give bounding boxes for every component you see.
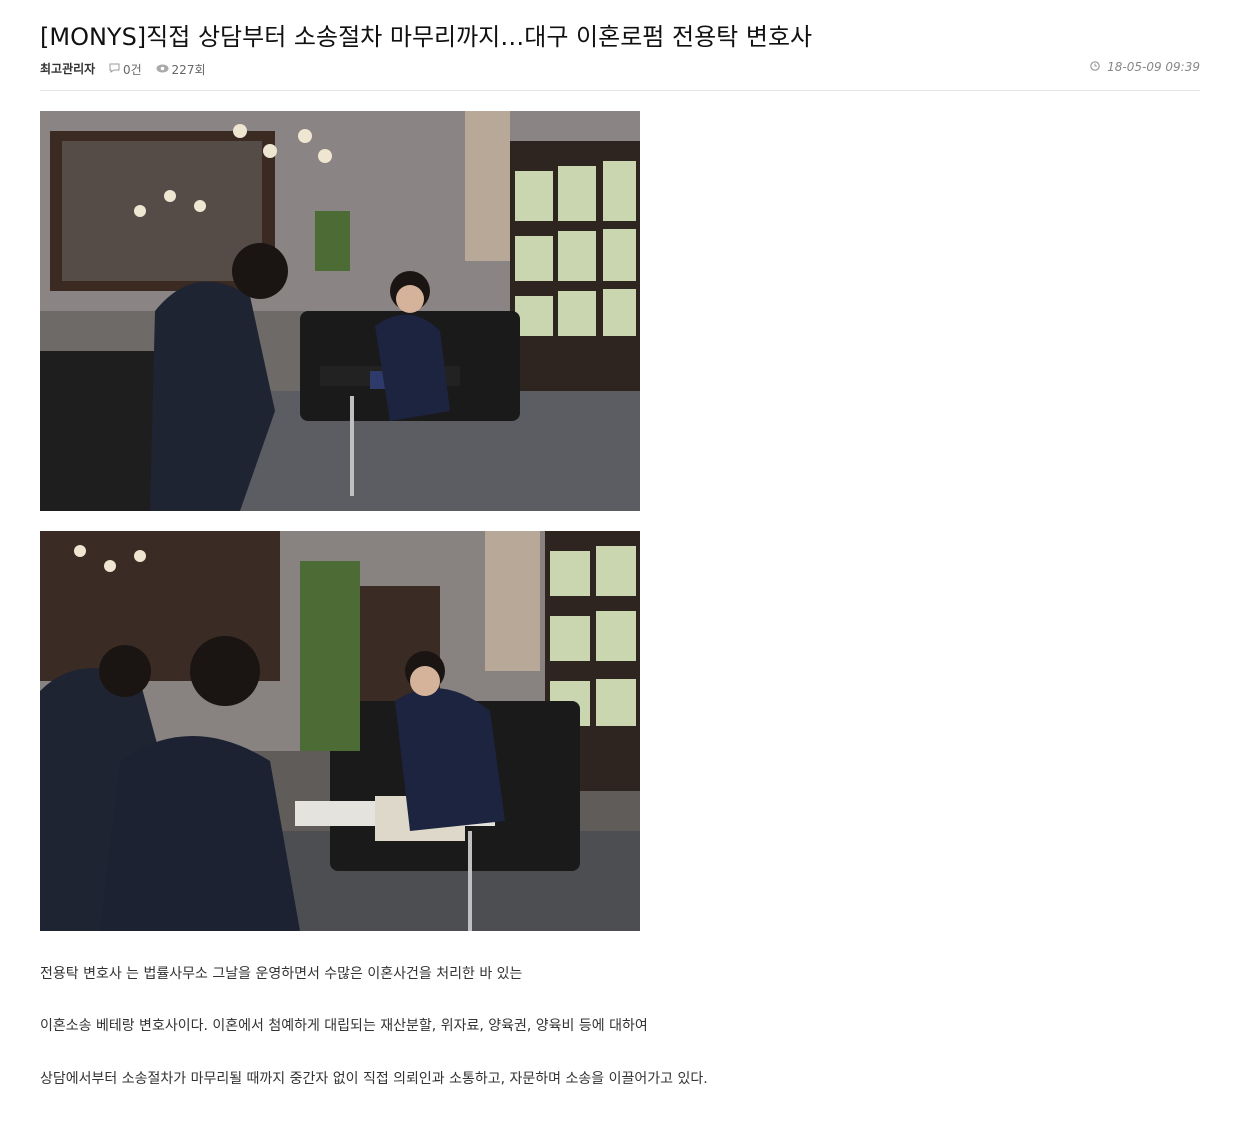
divider [40, 90, 1200, 91]
comment-count: 0건 [109, 61, 142, 78]
article-meta: 최고관리자 0건 227회 18-05-09 09:39 [40, 60, 1200, 78]
post-date: 18-05-09 09:39 [1090, 60, 1200, 74]
consultation-photo-1 [40, 111, 640, 511]
comment-count-text: 0건 [123, 63, 142, 77]
post-date-text: 18-05-09 09:39 [1107, 60, 1200, 74]
eye-icon [156, 63, 169, 76]
consultation-photo-2 [40, 531, 640, 931]
body-paragraph: 상담에서부터 소송절차가 마무리될 때까지 중간자 없이 직접 의뢰인과 소통하… [40, 1071, 708, 1087]
view-count-text: 227회 [171, 63, 206, 77]
article-title: [MONYS]직접 상담부터 소송절차 마무리까지…대구 이혼로펌 전용탁 변호… [40, 23, 813, 51]
author-name[interactable]: 최고관리자 [40, 60, 95, 77]
clock-icon [1090, 61, 1101, 74]
body-paragraph: 이혼소송 베테랑 변호사이다. 이혼에서 첨예하게 대립되는 재산분할, 위자료… [40, 1018, 648, 1034]
view-count: 227회 [156, 61, 206, 78]
comment-icon [109, 63, 120, 76]
body-paragraph: 전용탁 변호사 는 법률사무소 그날을 운영하면서 수많은 이혼사건을 처리한 … [40, 966, 523, 982]
